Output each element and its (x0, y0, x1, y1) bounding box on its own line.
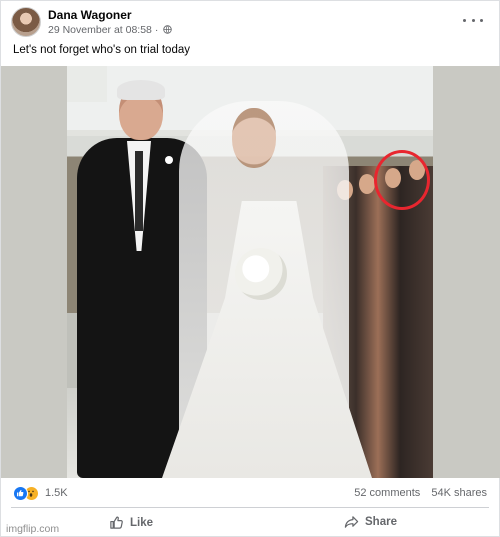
share-button[interactable]: Share (344, 515, 397, 529)
like-label: Like (130, 516, 154, 529)
author-name[interactable]: Dana Wagoner (48, 8, 132, 22)
shares-count[interactable]: 54K shares (431, 487, 487, 499)
reactions-count: 1.5K (45, 487, 68, 499)
share-arrow-icon (344, 516, 359, 528)
post-date[interactable]: 29 November at 08:58 (48, 24, 152, 36)
photo-bride-head (232, 108, 276, 168)
post-header: Dana Wagoner 29 November at 08:58 · (11, 7, 491, 39)
photo-bouquet (235, 248, 287, 300)
wedding-photo (67, 66, 433, 478)
reactions-summary[interactable]: 1.5K (13, 485, 68, 501)
red-highlight-circle (374, 150, 430, 210)
post-image[interactable] (1, 66, 500, 478)
photo-man-tie (135, 151, 143, 231)
photo-man-hair (117, 80, 165, 100)
share-label: Share (365, 516, 397, 528)
like-button[interactable]: Like (109, 515, 153, 530)
post-text: Let's not forget who's on trial today (13, 44, 190, 56)
guest-face (359, 174, 375, 194)
engagement-stats: 52 comments 54K shares (354, 487, 487, 499)
imgflip-watermark: imgflip.com (6, 523, 60, 535)
photo-pillar (67, 66, 107, 102)
globe-icon[interactable] (163, 25, 172, 34)
facebook-post-card: Dana Wagoner 29 November at 08:58 · Let'… (0, 0, 500, 537)
like-icon (13, 485, 28, 501)
comments-count[interactable]: 52 comments (354, 487, 420, 499)
author-avatar[interactable] (11, 7, 41, 37)
divider (11, 507, 489, 508)
post-meta: 29 November at 08:58 · (48, 24, 172, 36)
thumbs-up-icon (110, 516, 123, 529)
photo-boutonniere (165, 156, 173, 164)
more-options-icon[interactable] (463, 13, 483, 27)
